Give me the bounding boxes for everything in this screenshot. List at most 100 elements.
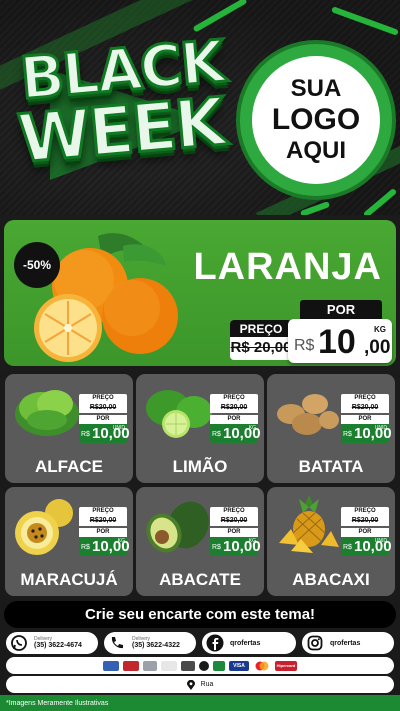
logo-text-line1: SUA [290, 75, 342, 102]
price-value: R$ 10,00 UNID [341, 537, 392, 556]
old-price: R$20,00 [79, 516, 127, 526]
card-icon [213, 660, 225, 671]
por-label: POR [210, 528, 258, 537]
card-icon [103, 660, 119, 671]
price-tag: PREÇO R$20,00 POR R$ 10,00 KG [210, 507, 261, 556]
old-price: R$20,00 [341, 403, 389, 413]
old-price: R$ 20,00 [230, 339, 292, 356]
logo-text-line2: LOGO [271, 103, 361, 136]
lettuce-icon [15, 390, 79, 436]
currency-symbol: R$ [212, 544, 221, 551]
por-label: POR [300, 300, 382, 319]
ribbon-decoration [331, 6, 399, 36]
preco-label: PREÇO [210, 394, 258, 403]
currency-symbol: R$ [212, 431, 221, 438]
disclaimer: *Imagens Meramente Ilustrativas [0, 695, 400, 711]
product-card-limao[interactable]: PREÇO R$20,00 POR R$ 10,00 KG LIMÃO [136, 374, 264, 483]
potato-icon [277, 394, 339, 435]
price-value: R$ 10,00 KG [210, 537, 261, 556]
por-label: POR [341, 415, 389, 424]
product-name: BATATA [298, 457, 364, 476]
lime-icon [146, 390, 212, 438]
contact-whatsapp[interactable]: Delivery (35) 3622-4674 [6, 632, 98, 654]
por-label: POR [79, 528, 127, 537]
price-unit: UNID [112, 425, 125, 431]
preco-label: PREÇO [341, 507, 389, 516]
product-name: LIMÃO [172, 457, 228, 476]
cta-button[interactable]: Crie seu encarte com este tema! [4, 601, 396, 628]
ribbon-decoration [362, 187, 398, 215]
preco-label: PREÇO [341, 394, 389, 403]
pineapple-icon [279, 495, 339, 553]
price-decimal: ,00 [364, 337, 391, 358]
price-value: R$ 10,00 UNID [341, 424, 392, 443]
por-label: POR [341, 528, 389, 537]
product-name: ALFACE [35, 457, 103, 476]
price-unit: KG [374, 325, 386, 334]
card-icon [143, 660, 157, 671]
visa-icon: VISA [229, 660, 249, 671]
card-icon [123, 660, 139, 671]
mastercard-icon [253, 660, 271, 671]
featured-product-name: LARANJA [193, 246, 382, 288]
contact-phone[interactable]: Delivery (35) 3622-4322 [104, 632, 196, 654]
location-pin-icon [186, 679, 195, 690]
product-card-batata[interactable]: PREÇO R$20,00 POR R$ 10,00 UNID BATATA [267, 374, 395, 483]
price-unit: KG [248, 538, 256, 544]
currency-symbol: R$ [294, 337, 315, 354]
price-unit: UNID [374, 538, 387, 544]
currency-symbol: R$ [343, 431, 352, 438]
price-box: R$ 10 ,00 KG [288, 319, 392, 363]
passionfruit-icon [15, 499, 73, 555]
instagram-icon [306, 634, 324, 652]
discount-badge: -50% [14, 242, 60, 288]
old-price: R$20,00 [341, 516, 389, 526]
card-icon [161, 660, 177, 671]
product-name: ABACAXI [292, 570, 370, 589]
currency-symbol: R$ [81, 431, 90, 438]
facebook-icon [206, 634, 224, 652]
por-label: POR [79, 415, 127, 424]
logo-text-line3: AQUI [286, 137, 346, 164]
preco-label: PREÇO [79, 394, 127, 403]
price-tag: PREÇO R$20,00 POR R$ 10,00 UNID [341, 507, 392, 556]
price-unit: UNID [374, 425, 387, 431]
old-price: R$20,00 [210, 403, 258, 413]
price-unit: KG [248, 425, 256, 431]
logo-placeholder: SUA LOGO AQUI [240, 44, 392, 196]
old-price-box: PREÇO R$ 20,00 [230, 320, 292, 360]
product-card-alface[interactable]: PREÇO R$20,00 POR R$ 10,00 UNID ALFACE [5, 374, 133, 483]
price-value: R$ 10,00 UNID [79, 424, 130, 443]
currency-symbol: R$ [81, 544, 90, 551]
price-value: R$ 10,00 KG [210, 424, 261, 443]
contact-instagram[interactable]: qrofertas [302, 632, 394, 654]
address-text: Rua [200, 681, 214, 688]
old-price: R$20,00 [210, 516, 258, 526]
whatsapp-icon [10, 634, 28, 652]
product-card-maracuja[interactable]: PREÇO R$20,00 POR R$ 10,00 KG MARACUJÁ [5, 487, 133, 596]
price-tag: PREÇO R$20,00 POR R$ 10,00 UNID [79, 394, 130, 443]
contact-facebook[interactable]: qrofertas [202, 632, 296, 654]
product-name: ABACATE [159, 570, 241, 589]
price-tag: PREÇO R$20,00 POR R$ 10,00 KG [210, 394, 261, 443]
featured-card: -50% LARANJA POR PREÇO R$ 20,00 R$ 10 ,0… [4, 220, 396, 366]
price-unit: KG [117, 538, 125, 544]
product-card-abacaxi[interactable]: PREÇO R$20,00 POR R$ 10,00 UNID ABACAXI [267, 487, 395, 596]
address-bar: Rua [6, 676, 394, 693]
contact-value: (35) 3622-4322 [132, 642, 180, 649]
preco-label: PREÇO [230, 320, 292, 337]
avocado-icon [146, 501, 209, 553]
price-tag: PREÇO R$20,00 POR R$ 10,00 UNID [341, 394, 392, 443]
price-value: R$ 10,00 KG [79, 537, 130, 556]
contact-value: qrofertas [230, 639, 261, 647]
payment-methods: VISA Hipercard [6, 657, 394, 674]
product-card-abacate[interactable]: PREÇO R$20,00 POR R$ 10,00 KG ABACATE [136, 487, 264, 596]
old-price: R$20,00 [79, 403, 127, 413]
featured-section: -50% LARANJA POR PREÇO R$ 20,00 R$ 10 ,0… [0, 215, 400, 371]
hipercard-icon: Hipercard [275, 660, 297, 671]
price-integer: 10 [318, 323, 356, 361]
card-icon [199, 660, 209, 671]
preco-label: PREÇO [210, 507, 258, 516]
currency-symbol: R$ [343, 544, 352, 551]
preco-label: PREÇO [79, 507, 127, 516]
